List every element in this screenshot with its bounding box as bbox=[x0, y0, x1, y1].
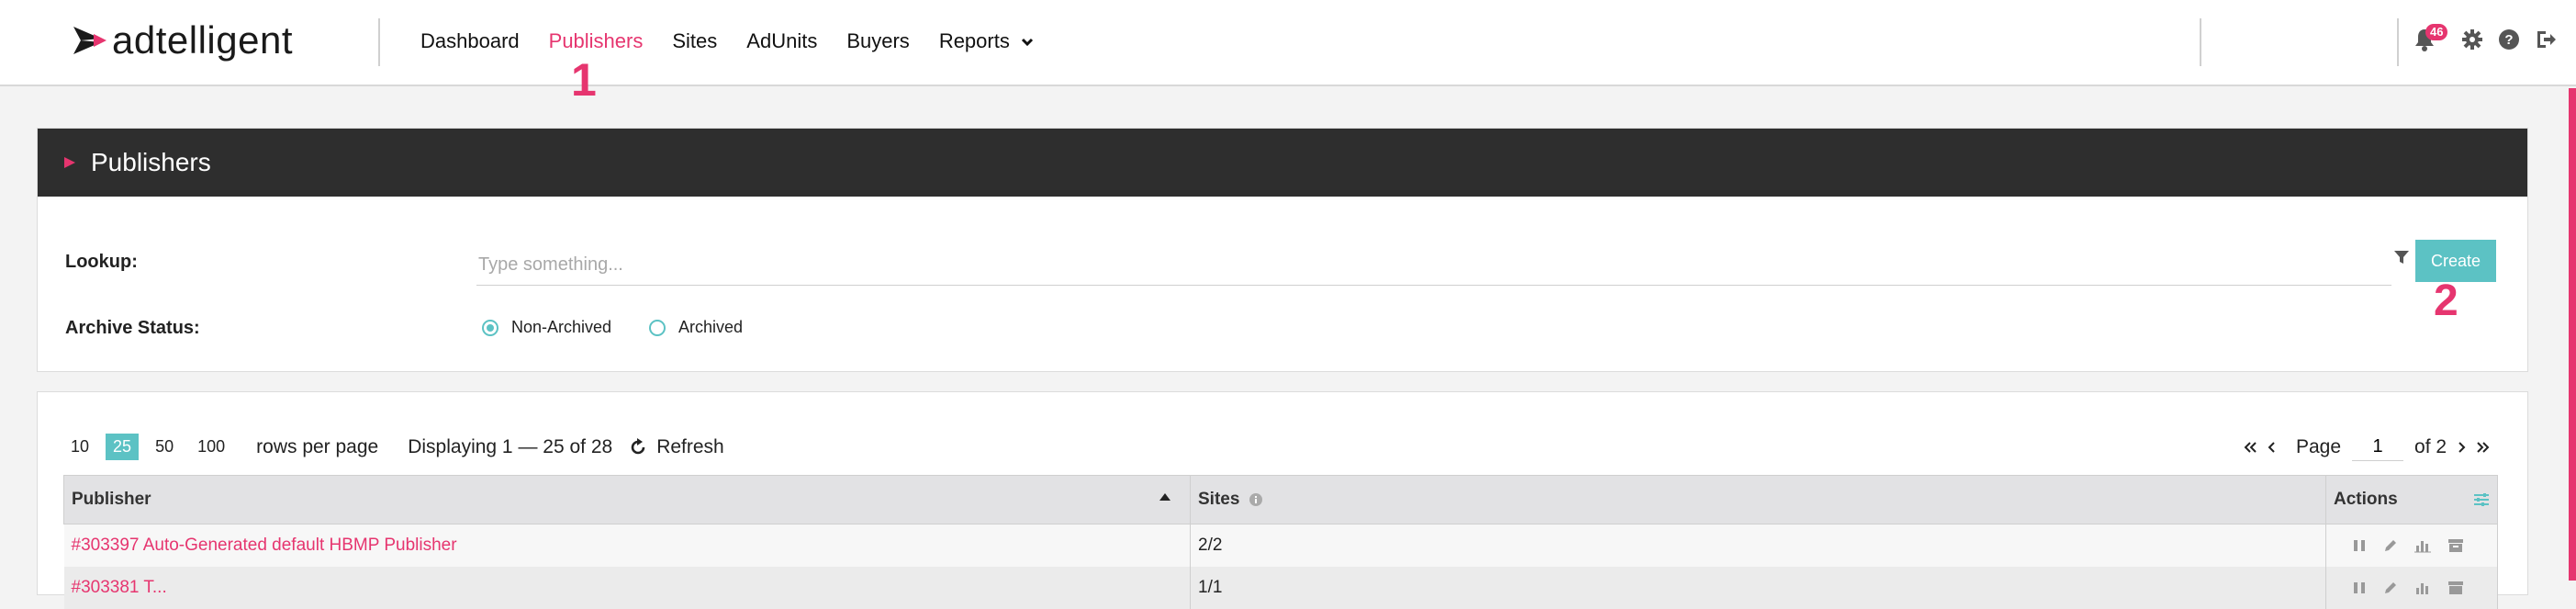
radio-archived[interactable]: Archived bbox=[649, 318, 743, 337]
logout-icon bbox=[2537, 31, 2556, 48]
publishers-grid-panel: 10 25 50 100 rows per page Displaying 1 … bbox=[37, 391, 2528, 609]
logo[interactable]: adtelligent bbox=[73, 18, 293, 62]
refresh-button[interactable]: Refresh bbox=[629, 436, 724, 458]
logo-text: adtelligent bbox=[112, 18, 293, 62]
nav-buyers[interactable]: Buyers bbox=[846, 29, 909, 53]
stats-icon[interactable] bbox=[2414, 538, 2431, 553]
nav-reports-label: Reports bbox=[938, 29, 1010, 52]
radio-label: Non-Archived bbox=[511, 318, 612, 336]
panel-title: Publishers bbox=[91, 148, 211, 176]
column-actions: Actions bbox=[2325, 475, 2498, 524]
last-page-icon[interactable] bbox=[2472, 437, 2492, 457]
stats-icon[interactable] bbox=[2414, 581, 2431, 595]
row-actions bbox=[2334, 581, 2490, 595]
help-button[interactable]: ? bbox=[2495, 26, 2523, 53]
archive-status-label: Archive Status: bbox=[65, 318, 200, 338]
edit-icon[interactable] bbox=[2383, 581, 2398, 595]
lookup-label: Lookup: bbox=[65, 252, 138, 272]
column-settings-icon[interactable] bbox=[2473, 492, 2490, 507]
nav-dashboard[interactable]: Dashboard bbox=[420, 29, 520, 53]
column-label: Publisher bbox=[72, 490, 151, 509]
logout-button[interactable] bbox=[2532, 26, 2559, 53]
header-icons: 46 ? bbox=[2411, 24, 2569, 53]
archive-icon[interactable] bbox=[2447, 581, 2464, 595]
radio-button-checked bbox=[482, 319, 498, 336]
table-header-row: Publisher Sites Actions bbox=[63, 475, 2498, 524]
page-size-selector: 10 25 50 100 rows per page Displaying 1 … bbox=[63, 434, 724, 460]
lookup-input[interactable] bbox=[476, 244, 2391, 286]
radio-button bbox=[649, 319, 666, 336]
nav-adunits[interactable]: AdUnits bbox=[746, 29, 817, 53]
header-divider bbox=[2200, 18, 2201, 66]
info-icon bbox=[1249, 492, 1262, 506]
panel-header[interactable]: Publishers bbox=[38, 129, 2527, 197]
page-size-10[interactable]: 10 bbox=[63, 434, 96, 460]
logo-icon bbox=[73, 27, 106, 54]
page-size-25[interactable]: 25 bbox=[106, 434, 140, 460]
displaying-text: Displaying 1 — 25 of 28 bbox=[408, 435, 613, 457]
settings-button[interactable] bbox=[2458, 26, 2486, 53]
filter-icon[interactable] bbox=[2393, 249, 2410, 265]
caret-right-icon bbox=[64, 157, 75, 168]
nav-sites[interactable]: Sites bbox=[672, 29, 717, 53]
page-size-100[interactable]: 100 bbox=[190, 434, 232, 460]
column-sites[interactable]: Sites bbox=[1190, 475, 2326, 524]
main-nav: Dashboard Publishers Sites AdUnits Buyer… bbox=[420, 29, 1063, 53]
edit-icon[interactable] bbox=[2383, 538, 2398, 553]
svg-text:?: ? bbox=[2504, 32, 2513, 48]
sites-cell: 2/2 bbox=[1190, 524, 2326, 567]
notifications-button[interactable]: 46 bbox=[2411, 24, 2448, 53]
pagination: Page of 2 bbox=[2241, 433, 2492, 461]
notification-badge: 46 bbox=[2425, 24, 2448, 40]
annotation-mark-1: 1 bbox=[571, 54, 597, 106]
help-icon: ? bbox=[2499, 29, 2519, 50]
chevron-down-icon bbox=[1021, 39, 1034, 47]
sort-asc-icon bbox=[1159, 493, 1170, 501]
publishers-table: Publisher Sites Actions #303397 Auto-Gen… bbox=[63, 475, 2498, 609]
radio-non-archived[interactable]: Non-Archived bbox=[482, 318, 611, 337]
annotation-mark-2: 2 bbox=[2434, 276, 2458, 325]
pause-icon[interactable] bbox=[2352, 538, 2367, 553]
refresh-label: Refresh bbox=[656, 435, 724, 457]
nav-reports[interactable]: Reports bbox=[939, 29, 1034, 53]
nav-publishers[interactable]: Publishers bbox=[549, 29, 644, 53]
page-size-50[interactable]: 50 bbox=[148, 434, 181, 460]
gear-icon bbox=[2462, 29, 2482, 50]
top-navbar: adtelligent Dashboard Publishers Sites A… bbox=[0, 0, 2576, 86]
publisher-link[interactable]: #303397 Auto-Generated default HBMP Publ… bbox=[72, 536, 457, 555]
row-actions bbox=[2334, 538, 2490, 553]
table-row[interactable]: #303381 T... 1/1 bbox=[63, 567, 2498, 609]
table-row[interactable]: #303397 Auto-Generated default HBMP Publ… bbox=[63, 524, 2498, 567]
nav-divider bbox=[378, 18, 380, 66]
pause-icon[interactable] bbox=[2352, 581, 2367, 595]
publishers-panel: Publishers Lookup: Create 2 Archive Stat… bbox=[37, 128, 2528, 372]
prev-page-icon[interactable] bbox=[2261, 437, 2281, 457]
sites-cell: 1/1 bbox=[1190, 567, 2326, 609]
archive-icon[interactable] bbox=[2447, 538, 2464, 553]
column-publisher[interactable]: Publisher bbox=[63, 475, 1191, 524]
publisher-link[interactable]: #303381 T... bbox=[72, 578, 167, 597]
next-page-icon[interactable] bbox=[2452, 437, 2472, 457]
column-label: Sites bbox=[1198, 490, 1240, 509]
column-label: Actions bbox=[2334, 490, 2398, 509]
rows-per-page-label: rows per page bbox=[256, 435, 379, 457]
page-total: of 2 bbox=[2414, 435, 2447, 457]
refresh-icon bbox=[631, 437, 645, 454]
header-divider bbox=[2397, 18, 2399, 66]
page-label: Page bbox=[2296, 435, 2342, 457]
first-page-icon[interactable] bbox=[2241, 437, 2261, 457]
page-number-input[interactable] bbox=[2352, 433, 2404, 461]
radio-label: Archived bbox=[678, 318, 744, 336]
scrollbar[interactable] bbox=[2569, 88, 2576, 581]
